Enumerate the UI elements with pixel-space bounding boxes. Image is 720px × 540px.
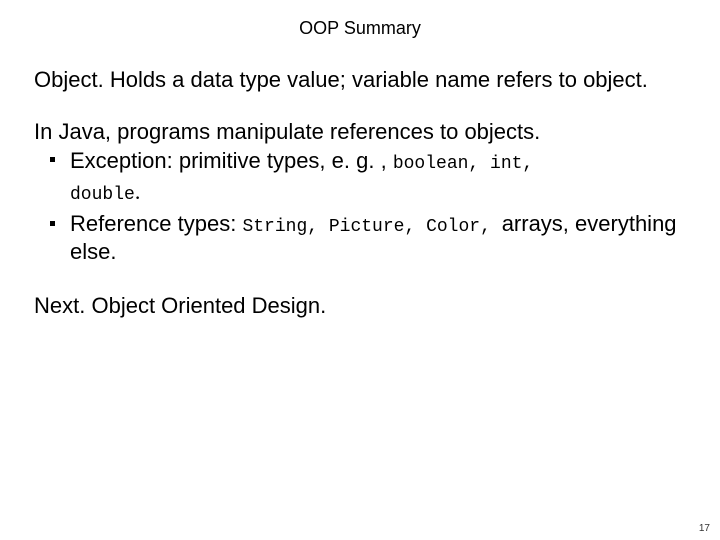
exception-text: Exception: primitive types, e. g. , — [70, 148, 393, 173]
next-desc: Object Oriented Design. — [85, 293, 326, 318]
bullet-icon — [50, 157, 55, 162]
bullet-reference-types: Reference types: String, Picture, Color,… — [34, 211, 686, 265]
exception-code: boolean, int, — [393, 154, 533, 174]
references-lead: In Java, programs manipulate references … — [34, 119, 686, 145]
paragraph-object: Object. Holds a data type value; variabl… — [34, 67, 686, 93]
reftypes-code: String, Picture, Color, — [242, 217, 501, 237]
double-code: double — [70, 185, 135, 205]
bullet-exception: Exception: primitive types, e. g. , bool… — [34, 148, 686, 176]
paragraph-next: Next. Object Oriented Design. — [34, 293, 686, 319]
slide-title: OOP Summary — [34, 18, 686, 39]
double-dot: . — [135, 179, 141, 204]
page-number: 17 — [699, 523, 710, 534]
bullet-icon — [50, 221, 55, 226]
object-label: Object. — [34, 67, 104, 92]
references-block: In Java, programs manipulate references … — [34, 119, 686, 265]
reftypes-text: Reference types: — [70, 211, 242, 236]
object-desc: Holds a data type value; variable name r… — [104, 67, 648, 92]
next-label: Next. — [34, 293, 85, 318]
exception-continuation: double. — [34, 179, 686, 205]
